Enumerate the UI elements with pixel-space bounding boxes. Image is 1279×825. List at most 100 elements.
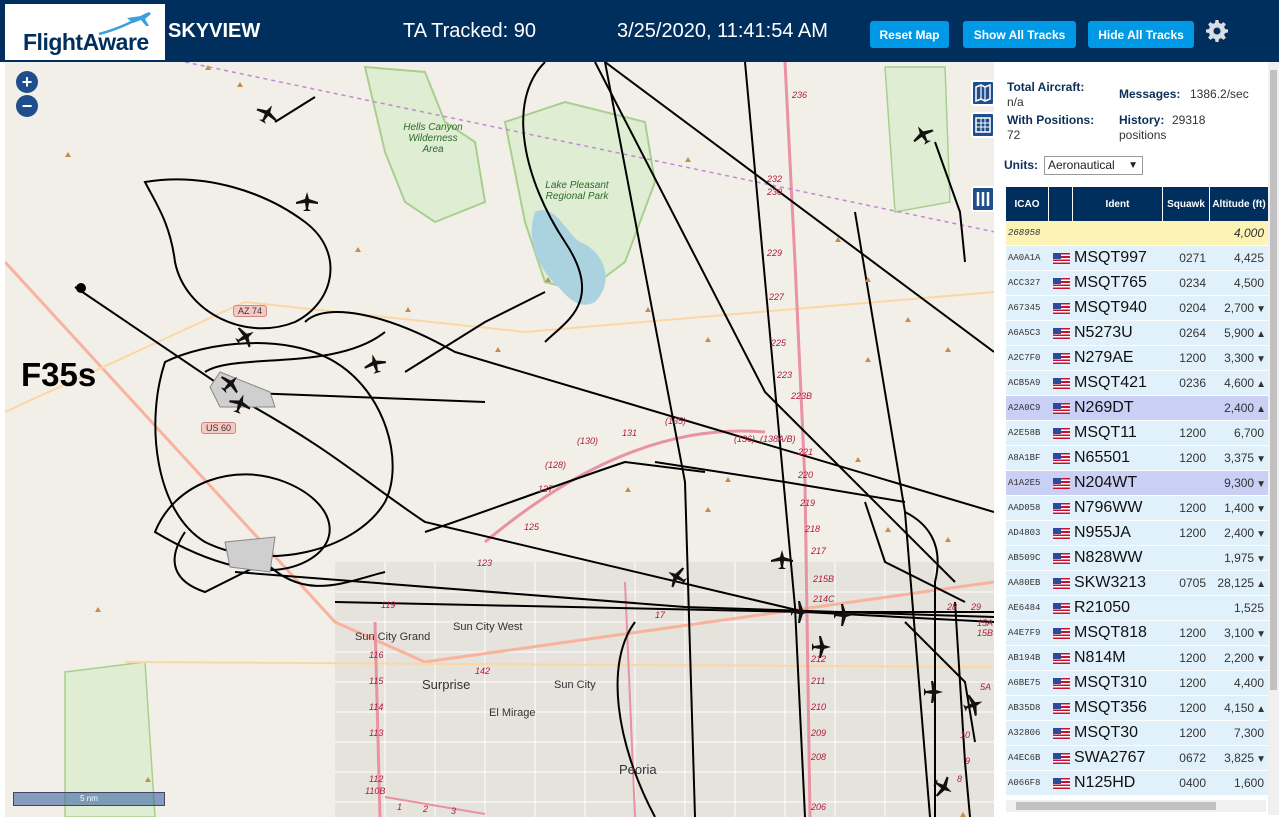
altitude-value: 1,525	[1233, 601, 1264, 615]
altitude-cell: 2,700 ▼	[1210, 301, 1269, 315]
ident-cell: MSQT421	[1074, 374, 1147, 391]
logo-text: FlightAware	[23, 29, 149, 55]
scrollbar-thumb[interactable]	[1270, 70, 1277, 690]
panel-vertical-scrollbar[interactable]	[1268, 62, 1279, 815]
zoom-in-button[interactable]: +	[16, 71, 38, 93]
ident-cell: MSQT30	[1074, 724, 1139, 741]
flag-cell	[1049, 402, 1073, 414]
flag-cell	[1049, 302, 1073, 314]
table-row[interactable]: AA0A1A MSQT997 0271 4,425	[1006, 246, 1269, 271]
altitude-value: 28,125	[1217, 576, 1255, 590]
column-header-ident[interactable]: Ident	[1073, 187, 1163, 221]
units-select[interactable]: Aeronautical ▼	[1044, 156, 1143, 175]
show-all-tracks-button[interactable]: Show All Tracks	[963, 21, 1076, 48]
map-layers-button[interactable]	[971, 80, 994, 106]
map-icon	[975, 83, 991, 103]
altitude-trend-icon: ▲	[1256, 704, 1266, 715]
column-header-squawk[interactable]: Squawk	[1163, 187, 1210, 221]
table-row[interactable]: AAD058 N796WW 1200 1,400 ▼	[1006, 496, 1269, 521]
icao-cell: ACB5A9	[1008, 378, 1041, 388]
aircraft-table[interactable]: ICAO Ident Squawk Altitude (ft) 268958 4,…	[1006, 187, 1269, 800]
ident-cell: N5273U	[1074, 324, 1133, 341]
route-label: 218	[805, 524, 821, 534]
table-row[interactable]: A4E7F9 MSQT818 1200 3,100 ▼	[1006, 621, 1269, 646]
icao-cell: A32806	[1008, 728, 1041, 738]
place-label: Sun City Grand	[355, 631, 431, 643]
table-row[interactable]: A1A2E5 N204WT 9,300 ▼	[1006, 471, 1269, 496]
flag-cell	[1049, 727, 1073, 739]
altitude-cell: 3,100 ▼	[1210, 626, 1269, 640]
squawk-cell: 0236	[1179, 376, 1206, 390]
us-flag-icon	[1052, 702, 1070, 714]
route-label: 209	[811, 728, 827, 738]
gear-icon[interactable]	[1205, 19, 1229, 43]
flag-cell	[1049, 577, 1073, 589]
table-row[interactable]: A67345 MSQT940 0204 2,700 ▼	[1006, 296, 1269, 321]
column-header-flag[interactable]	[1049, 187, 1073, 221]
route-label: 125	[524, 522, 540, 532]
table-row[interactable]: A6BE75 MSQT310 1200 4,400	[1006, 671, 1269, 696]
map-view[interactable]: Hells Canyon Wilderness Area Lake Pleasa…	[5, 62, 994, 817]
table-row[interactable]: AD4803 N955JA 1200 2,400 ▼	[1006, 521, 1269, 546]
route-label: 230	[767, 187, 783, 197]
map-canvas[interactable]	[5, 62, 994, 817]
route-label: 119	[381, 600, 396, 610]
altitude-value: 1,400	[1224, 501, 1255, 515]
ident-cell: MSQT356	[1074, 699, 1147, 716]
table-row[interactable]: A2A0C9 N269DT 2,400 ▲	[1006, 396, 1269, 421]
track-start-dot	[76, 283, 86, 293]
table-row[interactable]: AB35D8 MSQT356 1200 4,150 ▲	[1006, 696, 1269, 721]
table-row[interactable]: ACB5A9 MSQT421 0236 4,600 ▲	[1006, 371, 1269, 396]
altitude-cell: 3,300 ▼	[1210, 351, 1269, 365]
altitude-trend-icon: ▼	[1256, 654, 1266, 665]
altitude-cell: 1,600	[1210, 776, 1269, 790]
flag-cell	[1049, 352, 1073, 364]
squawk-cell: 0705	[1179, 576, 1206, 590]
table-row[interactable]: AA80EB SKW3213 0705 28,125 ▲	[1006, 571, 1269, 596]
reset-map-button[interactable]: Reset Map	[870, 21, 949, 48]
altitude-trend-icon: ▼	[1256, 529, 1266, 540]
route-label: 131	[622, 428, 638, 438]
table-row[interactable]: A8A1BF N65501 1200 3,375 ▼	[1006, 446, 1269, 471]
route-label: 142	[475, 666, 491, 676]
flag-cell	[1049, 527, 1073, 539]
altitude-trend-icon: ▲	[1256, 404, 1266, 415]
table-horizontal-scrollbar[interactable]	[1006, 800, 1266, 812]
us-flag-icon	[1052, 327, 1070, 339]
table-row[interactable]: A066F8 N125HD 0400 1,600	[1006, 771, 1269, 796]
route-label: (135)	[665, 416, 687, 426]
table-row[interactable]: A2E58B MSQT11 1200 6,700	[1006, 421, 1269, 446]
table-row[interactable]: AE6484 R21050 1,525	[1006, 596, 1269, 621]
table-row[interactable]: AB509C N828WW 1,975 ▼	[1006, 546, 1269, 571]
table-row[interactable]: AB194B N814M 1200 2,200 ▼	[1006, 646, 1269, 671]
table-row[interactable]: A6A5C3 N5273U 0264 5,900 ▲	[1006, 321, 1269, 346]
column-header-icao[interactable]: ICAO	[1006, 187, 1049, 221]
icao-cell: AE6484	[1008, 603, 1041, 613]
table-row[interactable]: A4EC6B SWA2767 0672 3,825 ▼	[1006, 746, 1269, 771]
table-row[interactable]: ACC327 MSQT765 0234 4,500	[1006, 271, 1269, 296]
skyview-app: FlightAware SKYVIEW TA Tracked: 90 3/25/…	[0, 0, 1279, 825]
squawk-cell: 1200	[1179, 701, 1206, 715]
table-row[interactable]: A32806 MSQT30 1200 7,300	[1006, 721, 1269, 746]
squawk-cell: 0400	[1179, 776, 1206, 790]
messages-label: Messages:	[1119, 87, 1181, 101]
flag-cell	[1049, 677, 1073, 689]
toggle-sidebar-button[interactable]	[971, 186, 994, 212]
column-header-altitude[interactable]: Altitude (ft)	[1210, 187, 1269, 221]
range-rings-button[interactable]	[971, 112, 994, 138]
hide-all-tracks-button[interactable]: Hide All Tracks	[1088, 21, 1194, 48]
icao-cell: AB194B	[1008, 653, 1041, 663]
altitude-value: 5,900	[1224, 326, 1255, 340]
squawk-cell: 0204	[1179, 301, 1206, 315]
table-row[interactable]: 268958 4,000	[1006, 221, 1269, 246]
route-label: 219	[800, 498, 816, 508]
table-row[interactable]: A2C7F0 N279AE 1200 3,300 ▼	[1006, 346, 1269, 371]
zoom-out-button[interactable]: −	[16, 95, 38, 117]
altitude-trend-icon: ▼	[1256, 754, 1266, 765]
scrollbar-thumb[interactable]	[1016, 802, 1216, 810]
altitude-trend-icon: ▼	[1256, 304, 1266, 315]
icao-cell: A8A1BF	[1008, 453, 1041, 463]
flightaware-logo[interactable]: FlightAware	[5, 4, 165, 60]
us-flag-icon	[1052, 652, 1070, 664]
us-flag-icon	[1052, 352, 1070, 364]
